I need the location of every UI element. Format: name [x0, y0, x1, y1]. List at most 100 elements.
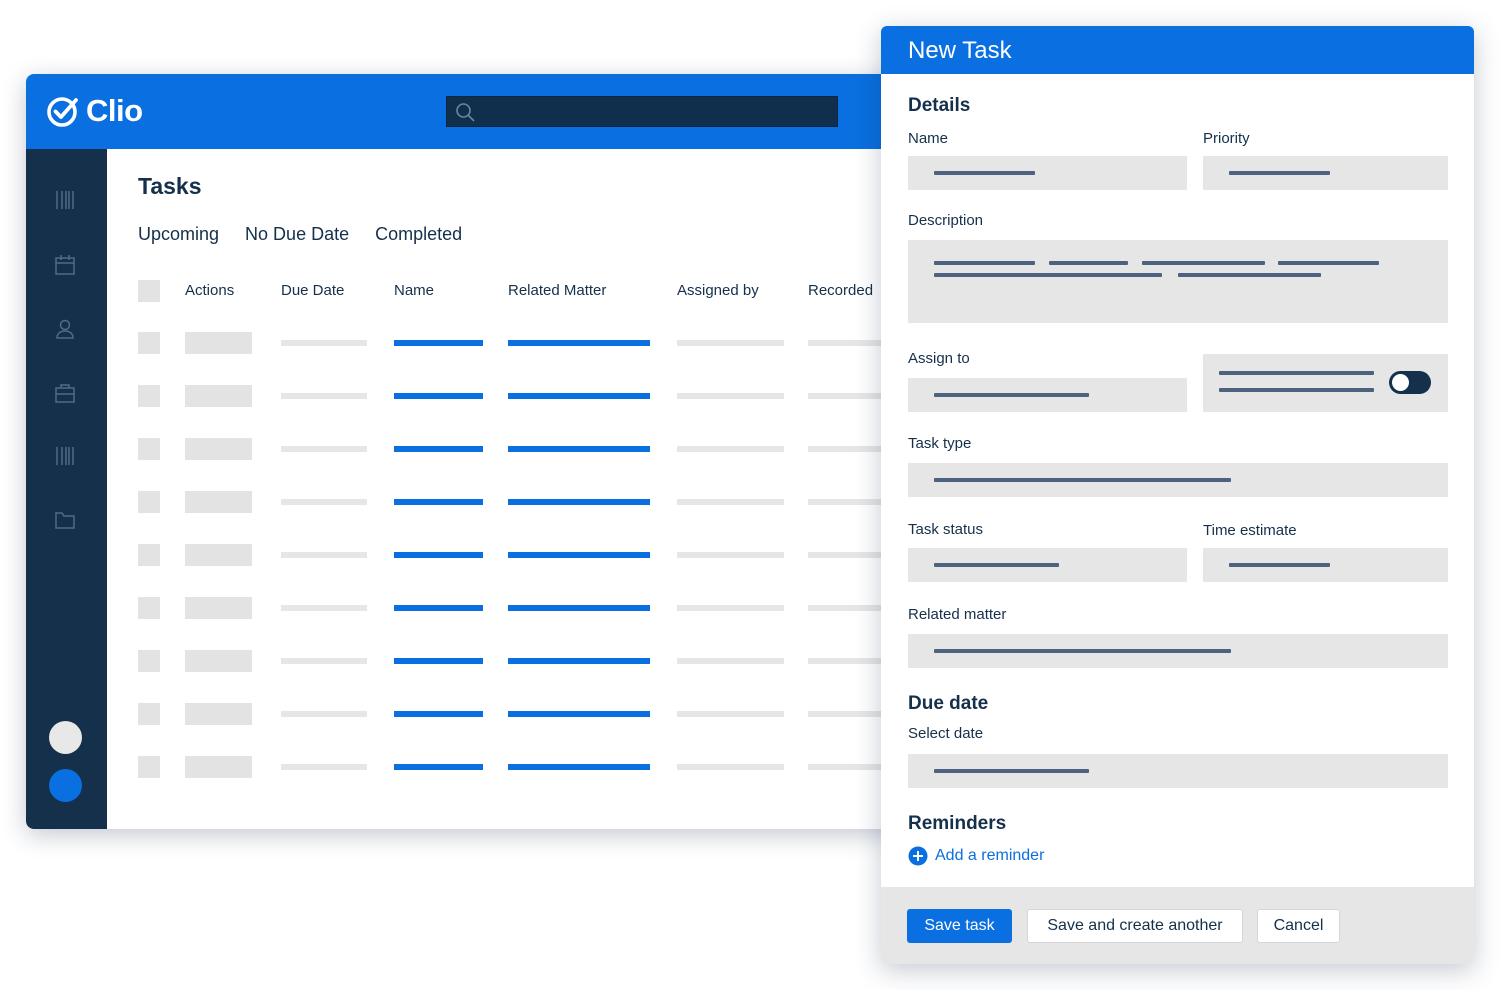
related-matter-label: Related matter [908, 606, 1007, 623]
task-type-label: Task type [908, 435, 972, 452]
task-name-link[interactable] [394, 340, 483, 346]
related-matter-link[interactable] [508, 658, 650, 664]
column-name[interactable]: Name [394, 282, 434, 299]
details-heading: Details [908, 95, 971, 116]
name-field[interactable] [908, 156, 1187, 190]
select-all-checkbox[interactable] [138, 280, 160, 302]
row-checkbox[interactable] [138, 650, 160, 672]
tab-completed[interactable]: Completed [375, 224, 462, 245]
table-row[interactable] [138, 332, 926, 354]
table-row[interactable] [138, 703, 926, 725]
task-name-link[interactable] [394, 446, 483, 452]
row-checkbox[interactable] [138, 385, 160, 407]
sidebar [26, 149, 107, 829]
task-name-link[interactable] [394, 552, 483, 558]
due-date-placeholder [281, 711, 367, 717]
tab-no-due-date[interactable]: No Due Date [245, 224, 349, 245]
related-matter-link[interactable] [508, 340, 650, 346]
toggle-knob [1392, 374, 1409, 391]
documents-folder-icon[interactable] [53, 508, 77, 532]
row-actions-button[interactable] [185, 597, 252, 619]
due-date-placeholder [281, 340, 367, 346]
column-recorded[interactable]: Recorded [808, 282, 873, 299]
related-matter-link[interactable] [508, 764, 650, 770]
related-matter-link[interactable] [508, 446, 650, 452]
column-related-matter[interactable]: Related Matter [508, 282, 606, 299]
row-checkbox[interactable] [138, 332, 160, 354]
table-row[interactable] [138, 756, 926, 778]
table-row[interactable] [138, 650, 926, 672]
assigned-by-placeholder [677, 605, 784, 611]
table-row[interactable] [138, 438, 926, 460]
calendar-icon[interactable] [53, 253, 77, 277]
column-due-date[interactable]: Due Date [281, 282, 344, 299]
row-checkbox[interactable] [138, 756, 160, 778]
add-reminder-link[interactable]: Add a reminder [908, 846, 1044, 866]
save-task-button[interactable]: Save task [907, 909, 1012, 943]
name-label: Name [908, 130, 949, 147]
row-checkbox[interactable] [138, 703, 160, 725]
column-actions[interactable]: Actions [185, 282, 234, 299]
matters-briefcase-icon[interactable] [53, 381, 77, 405]
user-avatar[interactable] [49, 721, 82, 754]
assigned-by-placeholder [677, 552, 784, 558]
row-actions-button[interactable] [185, 756, 252, 778]
time-estimate-field[interactable] [1203, 548, 1448, 582]
related-matter-link[interactable] [508, 605, 650, 611]
tab-upcoming[interactable]: Upcoming [138, 224, 219, 245]
table-row[interactable] [138, 385, 926, 407]
add-reminder-label: Add a reminder [935, 847, 1045, 864]
table-row[interactable] [138, 491, 926, 513]
task-name-link[interactable] [394, 658, 483, 664]
related-matter-link[interactable] [508, 499, 650, 505]
task-name-link[interactable] [394, 764, 483, 770]
task-type-select[interactable] [908, 463, 1448, 497]
related-matter-link[interactable] [508, 552, 650, 558]
priority-select[interactable] [1203, 156, 1448, 190]
table-row[interactable] [138, 597, 926, 619]
assigned-by-placeholder [677, 499, 784, 505]
row-actions-button[interactable] [185, 650, 252, 672]
column-assigned-by[interactable]: Assigned by [677, 282, 759, 299]
row-checkbox[interactable] [138, 438, 160, 460]
related-matter-link[interactable] [508, 393, 650, 399]
row-actions-button[interactable] [185, 332, 252, 354]
row-actions-button[interactable] [185, 491, 252, 513]
task-name-link[interactable] [394, 393, 483, 399]
row-actions-button[interactable] [185, 438, 252, 460]
clio-logo[interactable]: Clio [46, 92, 143, 130]
description-textarea[interactable] [908, 240, 1448, 323]
description-label: Description [908, 212, 984, 229]
due-date-placeholder [281, 552, 367, 558]
plus-circle-icon [908, 846, 928, 866]
related-matter-link[interactable] [508, 711, 650, 717]
row-actions-button[interactable] [185, 385, 252, 407]
time-estimate-label: Time estimate [1203, 522, 1297, 539]
help-avatar[interactable] [49, 769, 82, 802]
clio-app-window: Clio Tasks Upcoming No Due Date Complete… [26, 74, 926, 829]
assign-toggle[interactable] [1389, 371, 1431, 394]
contacts-person-icon[interactable] [53, 317, 77, 341]
task-status-select[interactable] [908, 548, 1187, 582]
assign-to-field[interactable] [908, 378, 1187, 412]
task-name-link[interactable] [394, 499, 483, 505]
table-row[interactable] [138, 544, 926, 566]
due-date-field[interactable] [908, 754, 1448, 788]
task-name-link[interactable] [394, 711, 483, 717]
row-checkbox[interactable] [138, 597, 160, 619]
modal-title: New Task [908, 37, 1012, 64]
cancel-button[interactable]: Cancel [1257, 909, 1340, 943]
row-actions-button[interactable] [185, 544, 252, 566]
due-date-placeholder [281, 446, 367, 452]
search-input[interactable] [446, 96, 838, 127]
related-matter-field[interactable] [908, 634, 1448, 668]
row-actions-button[interactable] [185, 703, 252, 725]
row-checkbox[interactable] [138, 491, 160, 513]
task-name-link[interactable] [394, 605, 483, 611]
billing-barcode-icon[interactable] [53, 188, 77, 212]
save-and-create-another-button[interactable]: Save and create another [1027, 909, 1243, 943]
clio-check-icon [47, 97, 78, 127]
row-checkbox[interactable] [138, 544, 160, 566]
due-date-placeholder [281, 764, 367, 770]
activities-barcode-icon[interactable] [53, 444, 77, 468]
